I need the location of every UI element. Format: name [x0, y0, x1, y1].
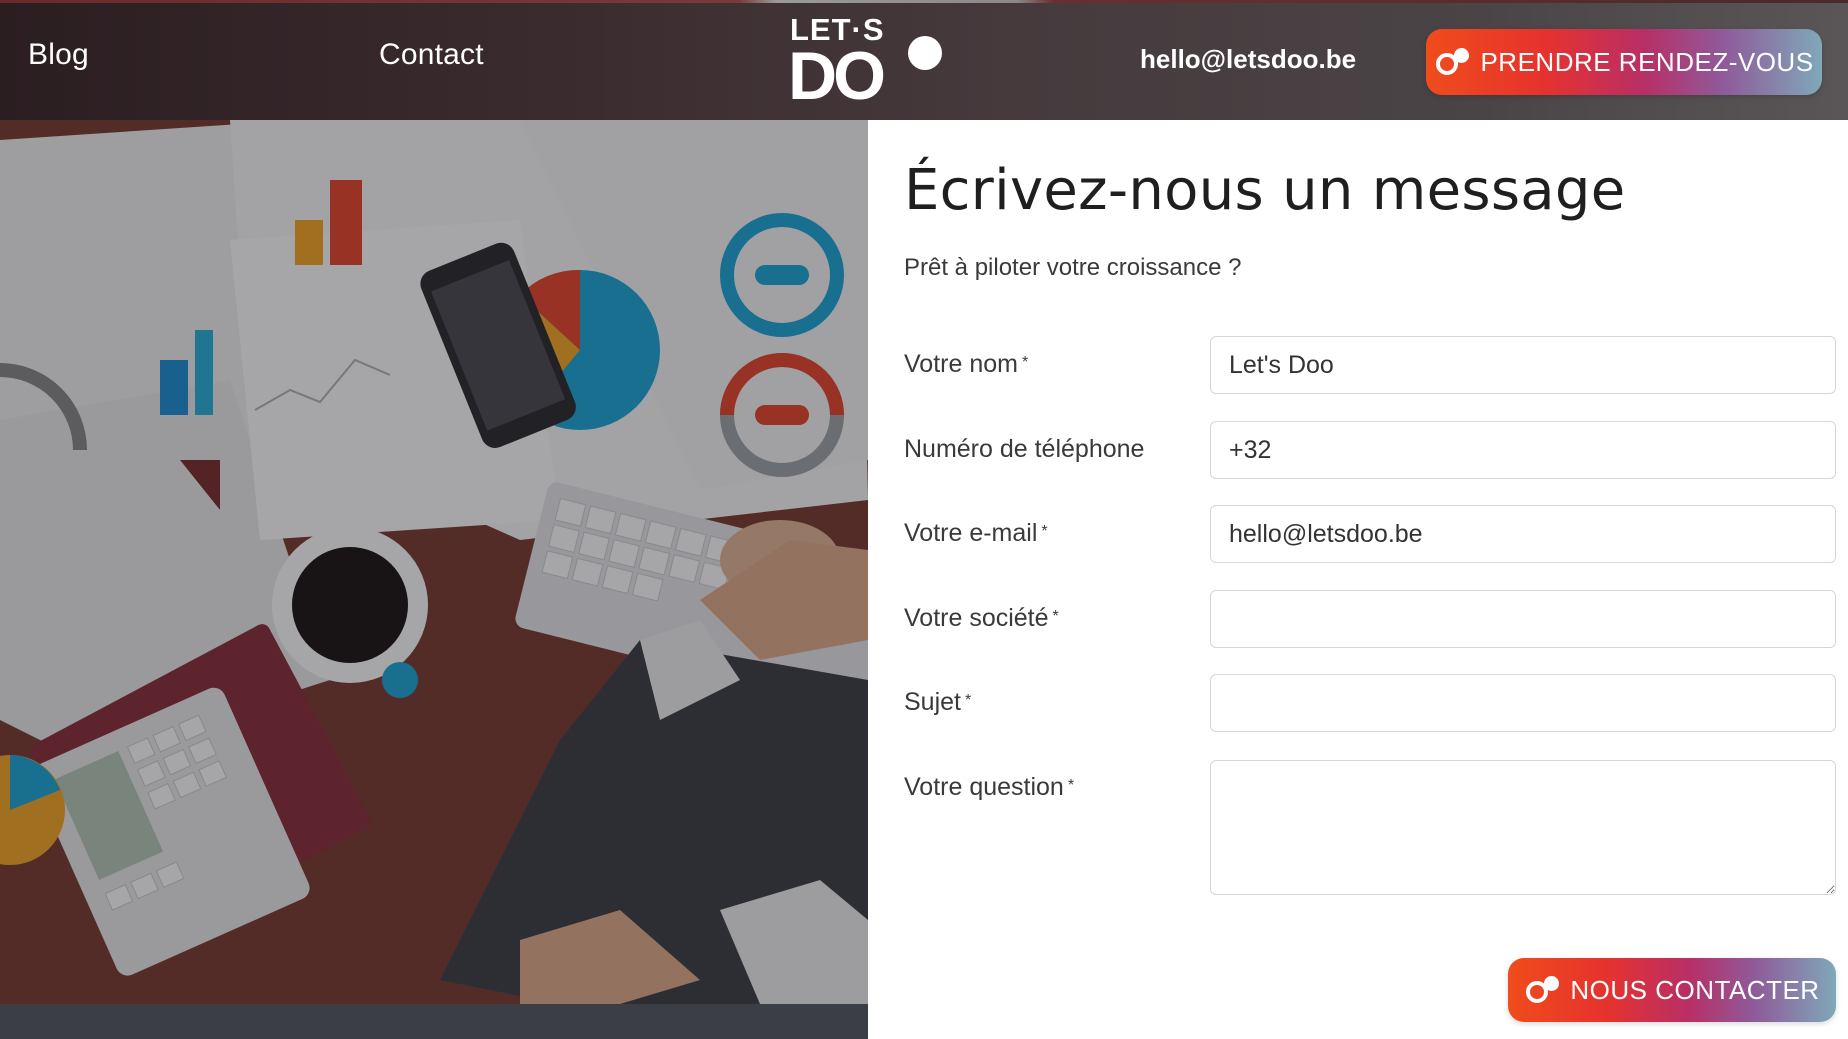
company-input[interactable]: [1210, 590, 1836, 648]
nav-link-blog[interactable]: Blog: [28, 38, 89, 72]
site-logo[interactable]: LET·S DO: [788, 12, 950, 114]
phone-field-label: Numéro de téléphone: [904, 435, 1144, 464]
required-marker: *: [1067, 777, 1075, 794]
header-email-link[interactable]: hello@letsdoo.be: [1140, 44, 1356, 75]
form-title: Écrivez-nous un message: [904, 158, 1626, 223]
email-field-label: Votre e-mail *: [904, 519, 1048, 548]
name-field-label: Votre nom *: [904, 350, 1028, 379]
nav-link-contact[interactable]: Contact: [379, 38, 484, 72]
name-label-text: Votre nom: [904, 350, 1018, 378]
contact-form-section: Écrivez-nous un message Prêt à piloter v…: [868, 120, 1848, 1039]
subject-field-label: Sujet *: [904, 688, 971, 717]
book-appointment-button[interactable]: PRENDRE RENDEZ-VOUS: [1426, 29, 1822, 95]
contact-submit-label: NOUS CONTACTER: [1570, 974, 1820, 1005]
required-marker: *: [1052, 608, 1059, 625]
contact-submit-button[interactable]: NOUS CONTACTER: [1508, 958, 1836, 1022]
company-field-label: Votre société *: [904, 604, 1059, 633]
phone-label-text: Numéro de téléphone: [904, 435, 1145, 463]
email-label-text: Votre e-mail: [904, 519, 1038, 547]
required-marker: *: [964, 692, 972, 709]
logo-dot-icon: [1434, 47, 1474, 77]
question-label-text: Votre question: [904, 773, 1064, 801]
question-textarea[interactable]: [1210, 760, 1836, 895]
required-marker: *: [1041, 523, 1048, 540]
subject-label-text: Sujet: [904, 688, 961, 716]
required-marker: *: [1021, 354, 1029, 371]
form-subtitle: Prêt à piloter votre croissance ?: [904, 254, 1242, 281]
left-footer-bar: [0, 1004, 868, 1039]
logo-dot-icon: [908, 36, 942, 70]
hero-image-overlay: [0, 120, 868, 1004]
book-appointment-label: PRENDRE RENDEZ-VOUS: [1480, 46, 1814, 77]
hero-office-image: [0, 120, 868, 1004]
site-header: Blog Contact LET·S DO hello@letsdoo.be P…: [0, 0, 1848, 120]
subject-input[interactable]: [1210, 674, 1836, 732]
logo-dot-icon: [1524, 975, 1564, 1005]
header-accent-line: [0, 0, 1848, 3]
question-field-label: Votre question *: [904, 773, 1074, 802]
phone-input[interactable]: [1210, 421, 1836, 479]
company-label-text: Votre société: [904, 604, 1049, 632]
name-input[interactable]: [1210, 336, 1836, 394]
email-input[interactable]: [1210, 505, 1836, 563]
logo-bottom-text: DO: [788, 38, 886, 114]
